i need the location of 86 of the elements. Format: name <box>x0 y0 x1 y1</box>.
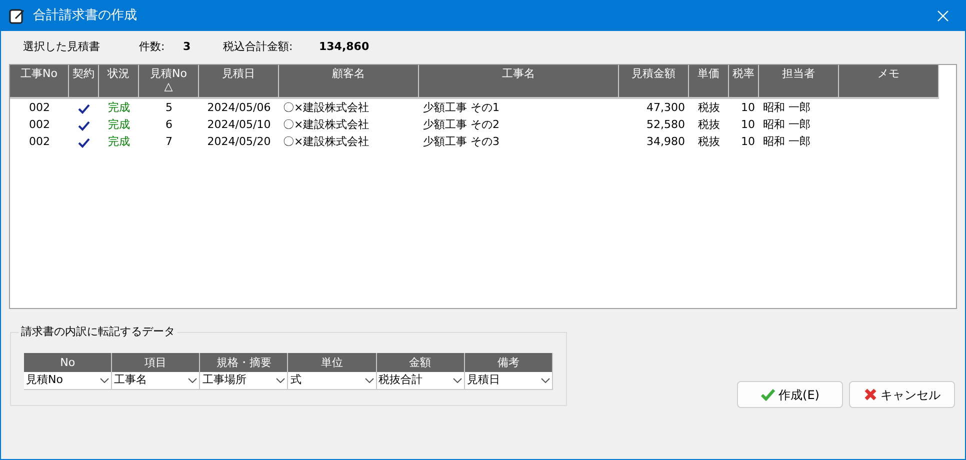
header-label: メモ <box>878 67 900 80</box>
column-header: No <box>24 353 112 372</box>
chevron-down-icon <box>100 378 110 383</box>
table-cell: 6 <box>166 118 172 132</box>
table-cell: 5 <box>166 101 172 114</box>
header-label: 税率 <box>732 67 754 80</box>
header-label: 工事名 <box>502 67 535 80</box>
table-cell: 税抜 <box>698 101 720 114</box>
table-cell: 少額工事 その2 <box>423 118 500 132</box>
create-button[interactable]: 作成(E) <box>737 381 843 408</box>
table-cell: 完成 <box>108 135 130 148</box>
chevron-down-icon <box>276 378 286 383</box>
header-label: 単価 <box>698 67 720 80</box>
dropdown[interactable]: 見積No <box>24 372 112 390</box>
column-header: 単位 <box>288 353 377 372</box>
column-header[interactable]: 見積日 <box>199 65 279 99</box>
header-label: 工事No <box>20 67 58 80</box>
header-label: 見積日 <box>222 67 255 80</box>
total-value: 134,860 <box>319 39 370 56</box>
table-cell: 2024/05/10 <box>207 118 271 132</box>
table-cell: 完成 <box>108 118 130 132</box>
header-label: 担当者 <box>782 67 815 80</box>
header-label: 見積金額 <box>632 67 676 80</box>
header-label: 見積No <box>150 67 187 80</box>
header-label: 状況 <box>108 67 130 80</box>
table-cell: 7 <box>166 135 172 148</box>
header-label: 契約 <box>72 67 94 80</box>
column-header[interactable]: 契約 <box>69 65 99 99</box>
table-cell: 昭和 一郎 <box>763 135 810 148</box>
column-header[interactable]: 担当者 <box>759 65 839 99</box>
table-cell: 002 <box>29 118 50 132</box>
dropdown[interactable]: 見積日 <box>464 372 553 390</box>
column-header[interactable]: 税率 <box>729 65 759 99</box>
column-header[interactable]: メモ <box>839 65 939 99</box>
checkmark-icon <box>760 388 775 400</box>
table-cell: 10 <box>741 135 755 148</box>
column-header[interactable]: 状況 <box>99 65 139 99</box>
table-cell: 002 <box>29 135 50 148</box>
column-header[interactable]: 工事No <box>10 65 69 99</box>
cancel-button[interactable]: キャンセル <box>849 381 955 408</box>
table-cell: 少額工事 その1 <box>423 101 500 114</box>
table-cell: 10 <box>741 118 755 132</box>
column-header[interactable]: 顧客名 <box>279 65 419 99</box>
chevron-down-icon <box>188 378 198 383</box>
column-header[interactable]: 単価 <box>689 65 729 99</box>
column-header[interactable]: 見積金額 <box>619 65 689 99</box>
chevron-down-icon <box>364 378 374 383</box>
chevron-down-icon <box>452 378 462 383</box>
total-label: 税込合計金額: <box>223 39 294 56</box>
column-header[interactable]: 見積No △ <box>139 65 199 99</box>
table-cell: 002 <box>29 101 50 114</box>
dropdown[interactable]: 工事場所 <box>200 372 288 390</box>
column-header: 項目 <box>112 353 200 372</box>
table-cell: 〇×建設株式会社 <box>283 118 370 132</box>
count-value: 3 <box>183 39 192 56</box>
table-cell: 52,580 <box>646 118 685 132</box>
dropdown[interactable]: 税抜合計 <box>376 372 465 390</box>
header-label: 顧客名 <box>332 67 365 80</box>
column-header: 備考 <box>464 353 553 372</box>
table-cell: 2024/05/20 <box>207 135 271 148</box>
table-cell: 47,300 <box>646 101 685 114</box>
chevron-down-icon <box>540 378 550 383</box>
summary-label: 選択した見積書 <box>23 39 101 56</box>
column-header: 規格・摘要 <box>200 353 288 372</box>
notepad-icon <box>9 8 25 24</box>
dropdown[interactable]: 式 <box>288 372 377 390</box>
table-cell: 2024/05/06 <box>207 101 271 114</box>
close-icon <box>864 388 876 401</box>
table-cell: 34,980 <box>646 135 685 148</box>
table-cell: 昭和 一郎 <box>763 118 810 132</box>
table-cell: 税抜 <box>698 135 720 148</box>
table-cell: 〇×建設株式会社 <box>283 101 370 114</box>
column-header: 金額 <box>376 353 465 372</box>
count-label: 件数: <box>139 39 166 56</box>
table-cell: 昭和 一郎 <box>763 101 810 114</box>
table-cell: 少額工事 その3 <box>423 135 500 148</box>
window-title: 合計請求書の作成 <box>33 7 137 26</box>
table-cell: 10 <box>741 101 755 114</box>
close-icon[interactable] <box>937 10 949 22</box>
table-cell: 完成 <box>108 101 130 114</box>
column-header[interactable]: 工事名 <box>419 65 619 99</box>
table-cell: 税抜 <box>698 118 720 132</box>
dropdown[interactable]: 工事名 <box>112 372 200 390</box>
group-title: 請求書の内訳に転記するデータ <box>19 324 177 340</box>
table-cell: 〇×建設株式会社 <box>283 135 370 148</box>
sort-indicator: △ <box>164 80 173 93</box>
